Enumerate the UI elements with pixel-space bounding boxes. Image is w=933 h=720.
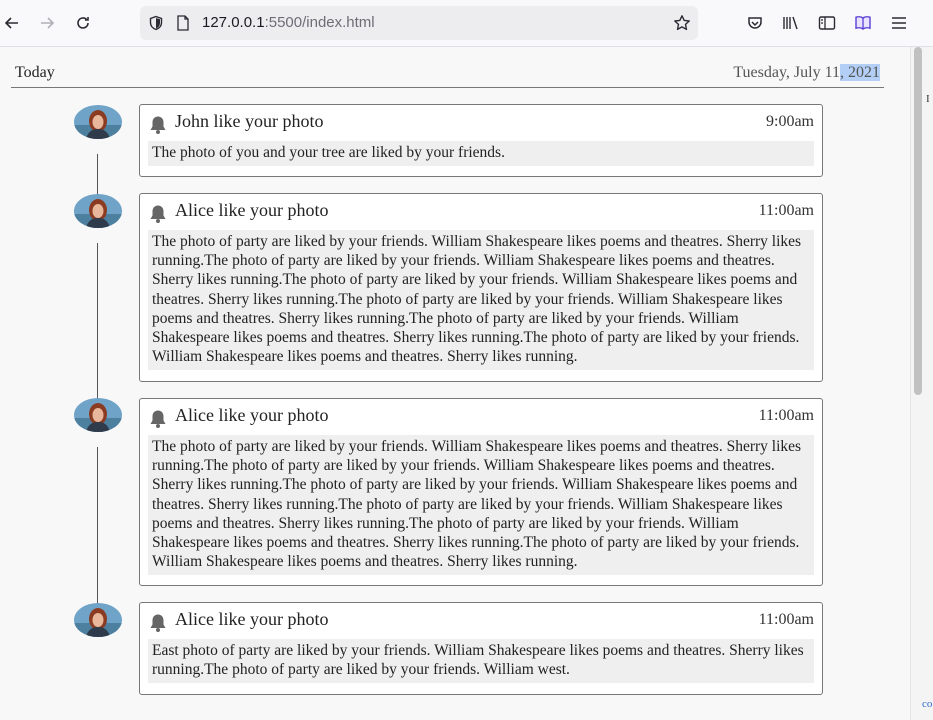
- forward-arrow-icon[interactable]: [36, 12, 58, 34]
- date-main: Tuesday, July 11: [733, 64, 840, 81]
- notification-card: Alice like your photo 11:00am The photo …: [139, 398, 823, 586]
- notification-body: The photo of you and your tree are liked…: [148, 141, 814, 167]
- shield-icon[interactable]: [145, 12, 167, 34]
- timeline-header: Today Tuesday, July 11, 2021: [11, 63, 884, 88]
- timeline-connector: [97, 154, 98, 195]
- reload-icon[interactable]: [72, 12, 94, 34]
- today-label: Today: [15, 64, 55, 81]
- notification-title: Alice like your photo: [175, 200, 329, 220]
- reader-extension-icon[interactable]: [852, 12, 874, 34]
- timeline-connector: [97, 447, 98, 604]
- notification-title: Alice like your photo: [175, 405, 329, 425]
- avatar: [74, 603, 122, 637]
- bell-icon: [149, 409, 167, 429]
- date-label: Tuesday, July 11, 2021: [733, 64, 880, 82]
- notification-time: 11:00am: [758, 611, 814, 628]
- notification-card: Alice like your photo 11:00am East photo…: [139, 602, 823, 695]
- menu-hamburger-icon[interactable]: [888, 12, 910, 34]
- notification-card: Alice like your photo 11:00am The photo …: [139, 193, 823, 382]
- notification-title: John like your photo: [175, 111, 324, 131]
- pocket-icon[interactable]: [744, 12, 766, 34]
- side-panel-fragment: I: [926, 93, 930, 105]
- page-icon: [172, 12, 194, 34]
- scrollbar-thumb[interactable]: [914, 47, 922, 395]
- back-arrow-icon[interactable]: [1, 12, 23, 34]
- date-highlighted-selection: , 2021: [840, 64, 880, 81]
- bell-icon: [149, 115, 167, 135]
- bell-icon: [149, 613, 167, 633]
- url-host: 127.0.0.1: [202, 14, 265, 31]
- sidebar-icon[interactable]: [816, 12, 838, 34]
- notification-body: East photo of party are liked by your fr…: [148, 639, 814, 684]
- avatar: [74, 194, 122, 228]
- avatar: [74, 398, 122, 432]
- vertical-scrollbar[interactable]: [910, 47, 933, 720]
- url-bar[interactable]: 127.0.0.1:5500/index.html: [140, 6, 698, 40]
- notification-body: The photo of party are liked by your fri…: [148, 435, 814, 576]
- notification-title: Alice like your photo: [175, 609, 329, 629]
- library-icon[interactable]: [780, 12, 802, 34]
- avatar: [74, 105, 122, 139]
- bell-icon: [149, 204, 167, 224]
- notification-time: 11:00am: [758, 407, 814, 424]
- url-text[interactable]: 127.0.0.1:5500/index.html: [202, 14, 375, 31]
- side-panel-link-fragment[interactable]: co: [922, 698, 932, 710]
- notification-body: The photo of party are liked by your fri…: [148, 230, 814, 371]
- bookmark-star-icon[interactable]: [671, 12, 693, 34]
- timeline-connector: [97, 243, 98, 400]
- notification-card: John like your photo 9:00am The photo of…: [139, 104, 823, 177]
- browser-toolbar: 127.0.0.1:5500/index.html: [0, 0, 933, 47]
- url-path: :5500/index.html: [264, 14, 375, 31]
- notification-time: 11:00am: [758, 202, 814, 219]
- notification-time: 9:00am: [766, 113, 814, 130]
